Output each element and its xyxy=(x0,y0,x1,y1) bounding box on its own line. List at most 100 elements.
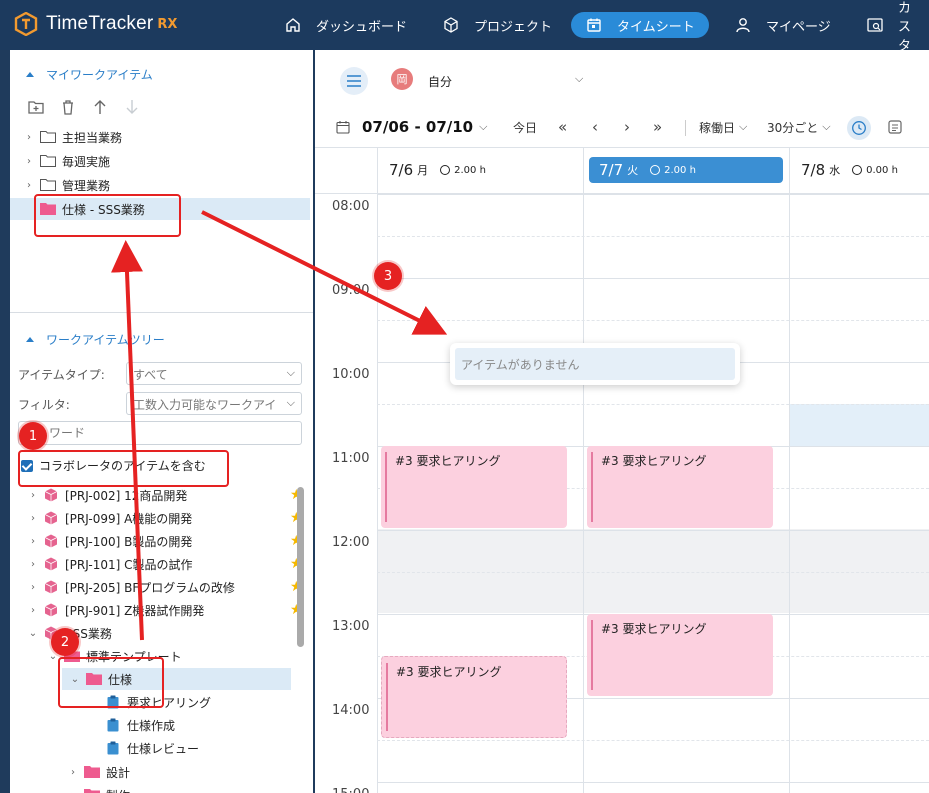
event-label: #3 要求ヒアリング xyxy=(395,454,501,468)
highlight-box-my-item xyxy=(34,194,181,237)
my-item-folder[interactable]: › 主担当業務 xyxy=(24,126,122,148)
chevron-right-icon[interactable]: › xyxy=(28,490,38,501)
next-day-icon[interactable]: › xyxy=(624,118,630,136)
user-name[interactable]: 自分 xyxy=(428,73,452,90)
tree-label: 主担当業務 xyxy=(62,130,123,145)
menu-toggle-button[interactable] xyxy=(340,67,368,95)
time-entry-event[interactable]: #3 要求ヒアリング xyxy=(587,446,773,528)
tree-project-row[interactable]: ›[PRJ-100] B製品の開発★ xyxy=(28,530,310,552)
move-up-icon[interactable] xyxy=(91,98,109,116)
nav-dashboard[interactable]: ダッシュボード xyxy=(270,12,421,38)
step-badge-3: 3 xyxy=(374,262,402,290)
day-header-tue[interactable]: 7/7 火 2.00 h xyxy=(589,157,783,183)
list-view-icon[interactable] xyxy=(887,119,903,138)
folder-icon xyxy=(40,155,56,167)
tree-project-row[interactable]: ›[PRJ-205] BFプログラムの改修★ xyxy=(28,576,310,598)
keyword-input[interactable] xyxy=(18,421,302,445)
day-header-wed[interactable]: 7/8 水 0.00 h xyxy=(791,157,898,183)
filter-value: 工数入力可能なワークアイ xyxy=(133,398,277,412)
nav-label: ダッシュボード xyxy=(316,19,408,35)
tree-design[interactable]: › 設計 xyxy=(68,761,130,783)
cube-icon xyxy=(442,16,460,34)
hour-label: 15:00 xyxy=(332,787,369,793)
my-items-title: マイワークアイテム xyxy=(46,68,153,82)
clock-view-button[interactable] xyxy=(847,116,871,140)
interval-label: 30分ごと xyxy=(767,120,819,135)
day-header-mon[interactable]: 7/6 月 2.00 h xyxy=(379,157,486,183)
next-week-icon[interactable]: » xyxy=(653,118,662,136)
tree-scrollbar[interactable] xyxy=(297,487,304,647)
chevron-right-icon[interactable]: › xyxy=(24,132,34,143)
chevron-right-icon[interactable]: › xyxy=(68,790,78,793)
day-date: 7/8 xyxy=(801,161,826,179)
day-date: 7/7 xyxy=(599,161,624,179)
tree-task-row[interactable]: 仕様レビュー xyxy=(107,737,199,759)
tree-project-row[interactable]: ›[PRJ-099] A機能の開発★ xyxy=(28,507,310,529)
prev-week-icon[interactable]: « xyxy=(558,118,567,136)
filter-select[interactable]: 工数入力可能なワークアイ ⌵ xyxy=(126,392,302,415)
pink-folder-icon xyxy=(84,789,100,793)
time-entry-event[interactable]: #3 要求ヒアリング xyxy=(381,446,567,528)
tree-label: [PRJ-901] Z機器試作開発 xyxy=(65,603,205,618)
time-entry-event[interactable]: #3 要求ヒアリング xyxy=(587,614,773,696)
nav-label: タイムシート xyxy=(617,19,695,35)
tree-project-row[interactable]: ›[PRJ-101] C製品の試作★ xyxy=(28,553,310,575)
clock-icon xyxy=(852,165,863,175)
chevron-right-icon[interactable]: › xyxy=(28,536,38,547)
chevron-right-icon[interactable]: › xyxy=(28,605,38,616)
hour-line xyxy=(377,194,929,195)
collapse-icon xyxy=(26,72,34,77)
my-item-folder[interactable]: › 管理業務 xyxy=(24,174,110,196)
chevron-right-icon[interactable]: › xyxy=(28,582,38,593)
chevron-right-icon[interactable]: › xyxy=(28,513,38,524)
my-item-folder[interactable]: › 毎週実施 xyxy=(24,150,110,172)
nav-mypage[interactable]: マイページ xyxy=(720,12,845,38)
chevron-down-icon[interactable]: ⌵ xyxy=(575,72,583,86)
add-folder-icon[interactable] xyxy=(27,98,45,116)
chevron-right-icon[interactable]: › xyxy=(24,180,34,191)
item-type-select[interactable]: すべて ⌵ xyxy=(126,362,302,385)
nav-project[interactable]: プロジェクト xyxy=(428,12,566,38)
nav-label: カスタ xyxy=(898,0,912,54)
tree-header[interactable]: ワークアイテムツリー xyxy=(26,331,165,348)
prev-day-icon[interactable]: ‹ xyxy=(592,118,598,136)
nav-custom[interactable]: カスタ xyxy=(852,1,929,54)
tree-project-row[interactable]: ›[PRJ-901] Z機器試作開発★ xyxy=(28,599,310,621)
tree-production[interactable]: › 製作 xyxy=(68,784,130,793)
today-button[interactable]: 今日 xyxy=(513,117,537,137)
logo-icon xyxy=(14,11,38,37)
chevron-down-icon[interactable]: ⌄ xyxy=(28,628,38,639)
tree-label: [PRJ-101] C製品の試作 xyxy=(65,557,193,572)
hours-value: 2.00 h xyxy=(454,164,486,176)
mode-label: 稼働日 xyxy=(699,120,736,135)
nav-timesheet[interactable]: タイムシート xyxy=(571,12,709,38)
day-of-week: 月 xyxy=(417,164,429,177)
tree-label: 仕様レビュー xyxy=(127,741,200,756)
filter-label: フィルタ: xyxy=(18,398,70,412)
move-down-icon[interactable] xyxy=(123,98,141,116)
day-hours: 2.00 h xyxy=(650,165,696,176)
time-entry-event-dragging[interactable]: #3 要求ヒアリング xyxy=(381,656,567,738)
delete-icon[interactable] xyxy=(59,98,77,116)
app-logo[interactable]: TimeTracker RX xyxy=(14,11,177,37)
chevron-right-icon[interactable]: › xyxy=(68,767,78,778)
clock-icon xyxy=(852,121,866,135)
nav-label: プロジェクト xyxy=(474,19,553,35)
avatar: 岡 xyxy=(391,68,413,90)
tree-label: [PRJ-002] 12商品開発 xyxy=(65,488,188,503)
empty-drop-message: アイテムがありません xyxy=(455,348,735,380)
half-hour-line xyxy=(377,572,929,573)
mode-select[interactable]: 稼働日 ⌵ xyxy=(699,117,747,137)
drop-target-slot[interactable] xyxy=(790,404,929,446)
chevron-right-icon[interactable]: › xyxy=(24,156,34,167)
chevron-right-icon[interactable]: › xyxy=(28,559,38,570)
tree-project-row[interactable]: ›[PRJ-002] 12商品開発★ xyxy=(28,484,310,506)
tree-label: 仕様作成 xyxy=(127,718,176,733)
cube-icon xyxy=(44,511,58,525)
tree-label: 設計 xyxy=(106,765,131,780)
my-items-header[interactable]: マイワークアイテム xyxy=(26,66,153,83)
tree-task-row[interactable]: 仕様作成 xyxy=(107,714,175,736)
date-range-picker[interactable]: 07/06 - 07/10 ⌵ xyxy=(336,117,487,137)
interval-select[interactable]: 30分ごと ⌵ xyxy=(767,117,831,137)
day-hours: 0.00 h xyxy=(852,165,898,176)
